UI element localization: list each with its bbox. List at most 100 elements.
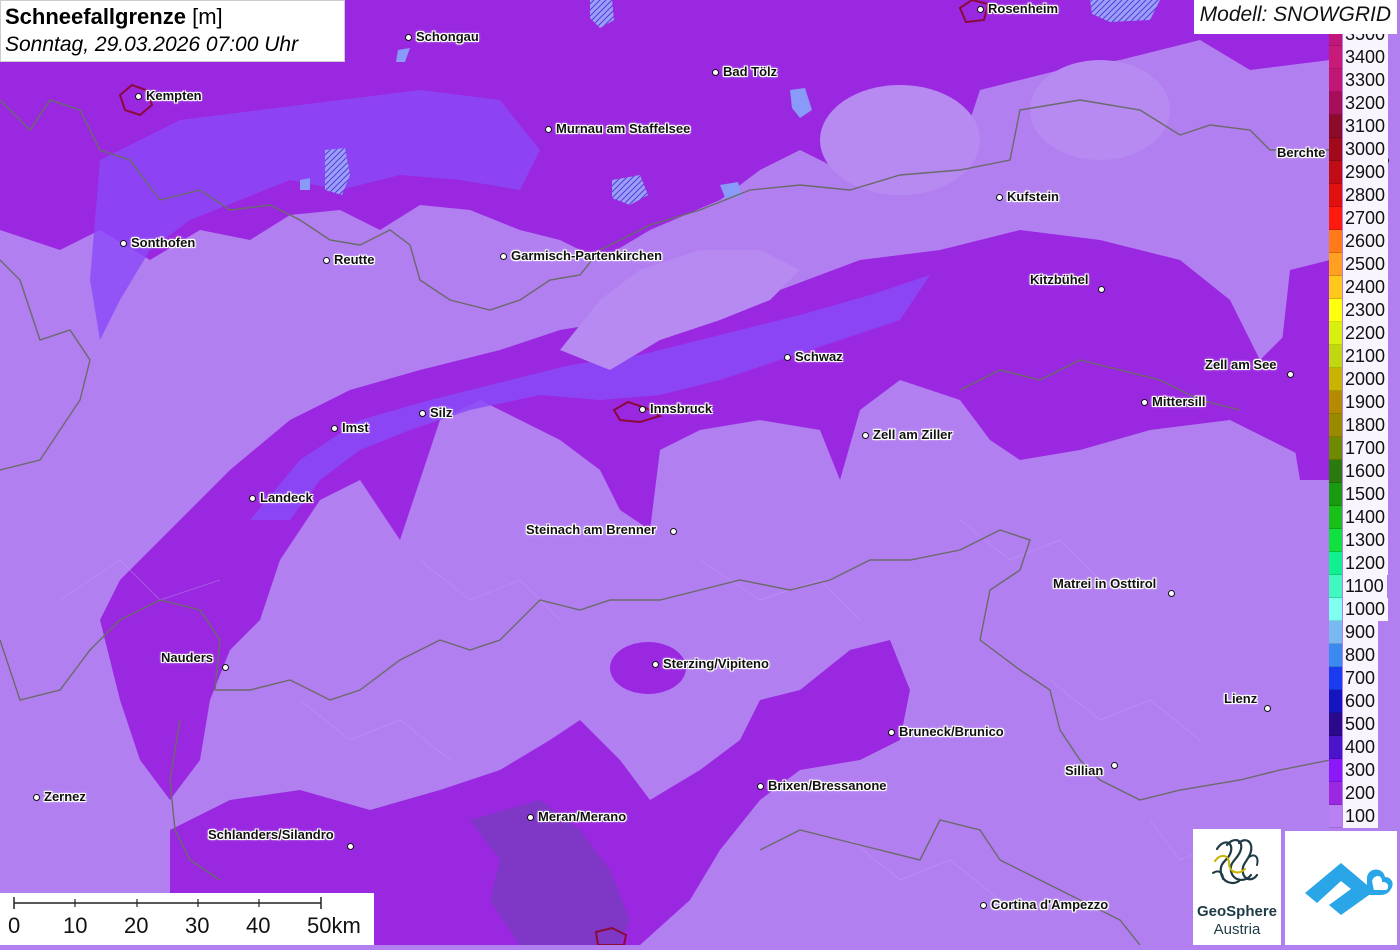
legend-row-2300: 2300 — [1329, 299, 1400, 322]
place-label: Zell am Ziller — [873, 427, 953, 442]
legend-swatch — [1329, 782, 1342, 805]
legend-label: 2600 — [1343, 230, 1389, 253]
place-marker[interactable] — [783, 353, 791, 361]
legend-swatch — [1329, 552, 1342, 575]
legend-swatch — [1329, 644, 1342, 667]
legend-label: 200 — [1343, 782, 1379, 805]
legend-swatch — [1329, 621, 1342, 644]
legend-swatch — [1329, 759, 1342, 782]
legend-label: 2500 — [1343, 253, 1389, 276]
legend-swatch — [1329, 506, 1342, 529]
map-title: Schneefallgrenze [m] — [5, 4, 223, 29]
legend-row-2600: 2600 — [1329, 230, 1400, 253]
legend-swatch — [1329, 414, 1342, 437]
legend-row-300: 300 — [1329, 759, 1400, 782]
scale-label-30: 30 — [185, 913, 210, 938]
place-marker[interactable] — [544, 125, 552, 133]
place-label: Steinach am Brenner — [526, 522, 657, 537]
weather-app-logo[interactable] — [1285, 831, 1397, 945]
legend-label: 300 — [1343, 759, 1379, 782]
legend-swatch — [1329, 805, 1342, 828]
legend-row-800: 800 — [1329, 644, 1400, 667]
legend-swatch — [1329, 368, 1342, 391]
place-marker[interactable] — [861, 431, 869, 439]
place-marker[interactable] — [1140, 398, 1148, 406]
legend-row-1800: 1800 — [1329, 414, 1400, 437]
place-marker[interactable] — [526, 813, 534, 821]
place-label: Meran/Merano — [538, 809, 627, 824]
place-marker[interactable] — [499, 252, 507, 260]
legend-swatch — [1329, 276, 1342, 299]
legend-swatch — [1329, 667, 1342, 690]
place-marker[interactable] — [1167, 589, 1175, 597]
place-label: Sillian — [1065, 763, 1104, 778]
legend-row-2400: 2400 — [1329, 276, 1400, 299]
legend-label: 2400 — [1343, 276, 1389, 299]
geosphere-logo[interactable]: GeoSphere Austria — [1193, 829, 1281, 945]
scale-label-10: 10 — [63, 913, 88, 938]
legend-row-1300: 1300 — [1329, 529, 1400, 552]
legend-label: 600 — [1343, 690, 1379, 713]
legend-label: 1200 — [1343, 552, 1389, 575]
scale-bar: 0 10 20 30 40 50km — [0, 893, 374, 945]
place-marker[interactable] — [1110, 761, 1118, 769]
place-marker[interactable] — [995, 193, 1003, 201]
place-marker[interactable] — [248, 494, 256, 502]
legend-swatch — [1329, 391, 1342, 414]
place-marker[interactable] — [32, 793, 40, 801]
legend-row-2900: 2900 — [1329, 161, 1400, 184]
legend-swatch — [1329, 46, 1342, 69]
legend-swatch — [1329, 230, 1342, 253]
legend-label: 2200 — [1343, 322, 1389, 345]
place-marker[interactable] — [418, 409, 426, 417]
legend-label: 2000 — [1343, 368, 1389, 391]
place-label: Sonthofen — [131, 235, 196, 250]
legend-label: 2100 — [1343, 345, 1389, 368]
legend-swatch — [1329, 598, 1342, 621]
place-marker[interactable] — [404, 33, 412, 41]
place-marker[interactable] — [979, 901, 987, 909]
legend-swatch — [1329, 299, 1342, 322]
place-marker[interactable] — [119, 239, 127, 247]
legend-label: 1500 — [1343, 483, 1389, 506]
place-marker[interactable] — [330, 424, 338, 432]
place-label: Mittersill — [1152, 394, 1206, 409]
legend-swatch — [1329, 690, 1342, 713]
place-marker[interactable] — [711, 68, 719, 76]
place-marker[interactable] — [887, 728, 895, 736]
place-marker[interactable] — [322, 256, 330, 264]
legend-swatch — [1329, 483, 1342, 506]
place-marker[interactable] — [976, 5, 984, 13]
snowline-light-area-karwendel — [820, 85, 980, 195]
place-marker[interactable] — [651, 660, 659, 668]
legend-label: 2700 — [1343, 207, 1389, 230]
legend-label: 1100 — [1343, 575, 1387, 598]
legend-row-1400: 1400 — [1329, 506, 1400, 529]
place-marker[interactable] — [756, 782, 764, 790]
legend-label: 3500 — [1343, 34, 1389, 46]
place-marker[interactable] — [134, 92, 142, 100]
place-label: Matrei in Osttirol — [1053, 576, 1157, 591]
cloud-arrow-icon — [1305, 863, 1393, 915]
place-marker[interactable] — [346, 842, 354, 850]
place-marker[interactable] — [669, 527, 677, 535]
place-marker[interactable] — [638, 405, 646, 413]
place-label: Cortina d'Ampezzo — [991, 897, 1109, 912]
place-marker[interactable] — [1286, 370, 1294, 378]
legend-row-700: 700 — [1329, 667, 1400, 690]
legend-label: 3300 — [1343, 69, 1389, 92]
legend-swatch — [1329, 437, 1342, 460]
legend-label: 3000 — [1343, 138, 1389, 161]
snowline-map[interactable] — [0, 0, 1400, 945]
scale-label-0: 0 — [8, 913, 21, 938]
legend-label: 400 — [1343, 736, 1379, 759]
place-marker[interactable] — [221, 663, 229, 671]
place-label: Murnau am Staffelsee — [556, 121, 691, 136]
legend-row-600: 600 — [1329, 690, 1400, 713]
place-marker[interactable] — [1263, 704, 1271, 712]
place-label: Sterzing/Vipiteno — [663, 656, 769, 671]
place-label: Berchte — [1277, 145, 1326, 160]
place-marker[interactable] — [1097, 285, 1105, 293]
geosphere-logo-line1: GeoSphere — [1196, 903, 1278, 920]
legend-swatch — [1329, 253, 1342, 276]
